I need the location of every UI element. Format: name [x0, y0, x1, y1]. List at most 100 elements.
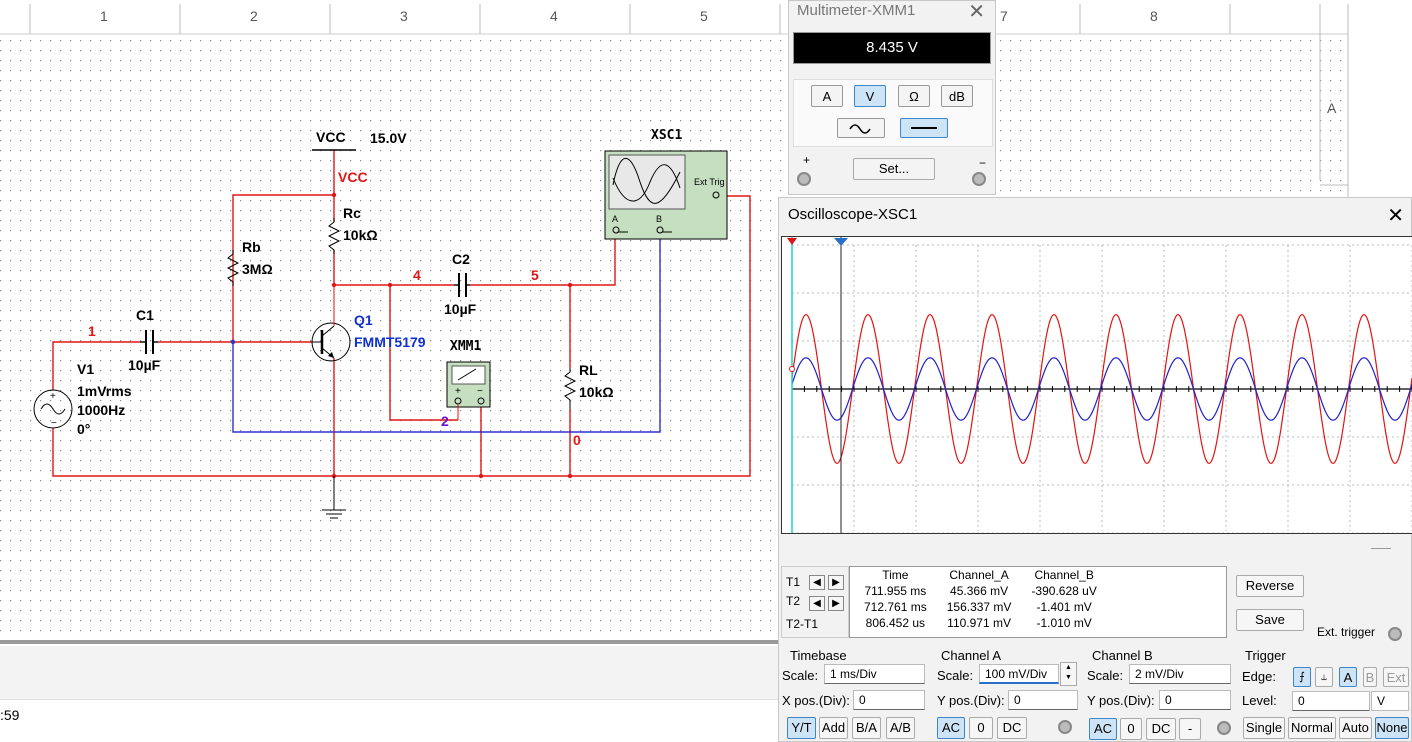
v1-amplitude[interactable]: 1mVrms — [77, 383, 131, 399]
close-icon[interactable]: ✕ — [968, 0, 985, 24]
set-button[interactable]: Set... — [853, 158, 935, 180]
channel-a-dc-button[interactable]: DC — [997, 717, 1027, 739]
channel-b-ac-button[interactable]: AC — [1089, 718, 1117, 740]
dc-mode-button[interactable] — [900, 118, 948, 138]
multimeter-reading: 8.435 V — [793, 32, 991, 64]
channel-b-invert-button[interactable]: - — [1179, 718, 1201, 740]
trigger-source-a-button[interactable]: A — [1339, 667, 1357, 687]
rl-value[interactable]: 10kΩ — [579, 384, 614, 400]
xsc1-name[interactable]: XSC1 — [651, 128, 682, 143]
table-row: 712.761 ms 156.337 mV -1.401 mV — [854, 599, 1107, 615]
sine-wave-icon — [849, 124, 871, 134]
t2-time: 712.761 ms — [864, 600, 927, 614]
mode-amps-button[interactable]: A — [811, 85, 843, 107]
negative-terminal[interactable] — [972, 172, 986, 186]
xsc1-terminal-b: B — [656, 214, 663, 224]
t1-time: 711.955 ms — [864, 584, 927, 598]
net-vcc[interactable]: VCC — [338, 169, 368, 185]
channel-a-scale-spinner[interactable]: ▲ ▼ — [1060, 662, 1077, 686]
trigger-single-button[interactable]: Single — [1243, 717, 1285, 739]
v1-frequency[interactable]: 1000Hz — [77, 402, 125, 418]
timebase-scale-label: Scale: — [782, 668, 819, 683]
xsc1-ext-trig: Ext Trig — [694, 177, 725, 187]
ruler-col-5: 5 — [700, 8, 708, 24]
net-2[interactable]: 2 — [441, 413, 449, 429]
trigger-level-field[interactable]: 0 — [1292, 691, 1370, 711]
net-0[interactable]: 0 — [573, 432, 581, 448]
status-bar: :59 — [0, 700, 778, 742]
rc-name[interactable]: Rc — [343, 205, 361, 221]
oscilloscope-window[interactable]: Oscilloscope-XSC1 ✕ T1 T2 T2-T1 ◀ ▶ ◀ ▶ … — [778, 197, 1412, 742]
rc-value[interactable]: 10kΩ — [343, 227, 378, 243]
channel-b-zero-button[interactable]: 0 — [1120, 718, 1142, 740]
delta-channel-b: -1.010 mV — [1036, 616, 1092, 630]
reverse-button[interactable]: Reverse — [1236, 575, 1304, 597]
c1-name[interactable]: C1 — [136, 307, 154, 323]
t1-right-arrow-icon[interactable]: ▶ — [828, 575, 844, 590]
channel-a-terminal[interactable] — [1058, 720, 1072, 734]
trigger-auto-button[interactable]: Auto — [1339, 717, 1372, 739]
c2-value[interactable]: 10µF — [444, 301, 476, 317]
timebase-scale-field[interactable]: 1 ms/Div — [824, 664, 925, 684]
mode-ohms-button[interactable]: Ω — [898, 85, 930, 107]
ruler-col-8: 8 — [1150, 8, 1158, 24]
multimeter-window[interactable]: Multimeter-XMM1 ✕ 8.435 V A V Ω dB + − S… — [788, 0, 996, 195]
t2-right-arrow-icon[interactable]: ▶ — [828, 596, 844, 611]
x-pos-label: X pos.(Div): — [782, 693, 850, 708]
falling-edge-button[interactable]: ⥿ — [1315, 667, 1333, 687]
mode-volts-button[interactable]: V — [854, 85, 886, 107]
t1-left-arrow-icon[interactable]: ◀ — [809, 575, 825, 590]
trigger-none-button[interactable]: None — [1375, 717, 1409, 739]
channel-a-zero-button[interactable]: 0 — [969, 717, 993, 739]
vcc-label[interactable]: VCC — [316, 129, 346, 145]
c2-name[interactable]: C2 — [452, 251, 470, 267]
q1-name[interactable]: Q1 — [354, 312, 373, 328]
resize-grip[interactable] — [1371, 548, 1391, 549]
rising-edge-button[interactable]: ⨍ — [1293, 667, 1311, 687]
trigger-level-unit[interactable]: V — [1371, 691, 1409, 711]
channel-a-ac-button[interactable]: AC — [937, 717, 965, 739]
channel-b-terminal[interactable] — [1217, 721, 1231, 735]
ba-mode-button[interactable]: B/A — [852, 717, 881, 739]
trigger-normal-button[interactable]: Normal — [1288, 717, 1336, 739]
channel-a-y-pos-field[interactable]: 0 — [1008, 690, 1078, 710]
rb-name[interactable]: Rb — [242, 239, 261, 255]
close-icon[interactable]: ✕ — [1387, 203, 1404, 228]
svg-text:+: + — [455, 386, 461, 397]
yt-mode-button[interactable]: Y/T — [787, 717, 816, 739]
t2-left-arrow-icon[interactable]: ◀ — [809, 596, 825, 611]
net-4[interactable]: 4 — [413, 267, 421, 283]
rb-value[interactable]: 3MΩ — [242, 261, 273, 277]
v1-phase[interactable]: 0° — [77, 421, 90, 437]
x-pos-field[interactable]: 0 — [853, 690, 925, 710]
delta-time: 806.452 us — [865, 616, 926, 630]
rl-name[interactable]: RL — [579, 362, 598, 378]
trigger-title: Trigger — [1245, 648, 1286, 663]
channel-b-dc-button[interactable]: DC — [1146, 718, 1176, 740]
channel-b-y-pos-field[interactable]: 0 — [1159, 690, 1231, 710]
net-1[interactable]: 1 — [88, 323, 96, 339]
trigger-source-ext-button[interactable]: Ext — [1383, 667, 1409, 687]
ab-mode-button[interactable]: A/B — [886, 717, 915, 739]
channel-b-title: Channel B — [1092, 648, 1153, 663]
vcc-value[interactable]: 15.0V — [370, 130, 407, 146]
ac-mode-button[interactable] — [837, 118, 885, 138]
net-5[interactable]: 5 — [531, 267, 539, 283]
add-mode-button[interactable]: Add — [819, 717, 848, 739]
xmm1-name[interactable]: XMM1 — [450, 339, 481, 354]
q1-model[interactable]: FMMT5179 — [354, 334, 426, 350]
channel-b-scale-field[interactable]: 2 mV/Div — [1129, 664, 1231, 684]
cursor-readout-table: Time Channel_A Channel_B 711.955 ms 45.3… — [849, 566, 1227, 638]
trigger-source-b-button[interactable]: B — [1363, 667, 1377, 687]
channel-a-scale-field[interactable]: 100 mV/Div — [979, 664, 1059, 684]
positive-terminal[interactable] — [797, 172, 811, 186]
col-channel-b: Channel_B — [1034, 568, 1094, 582]
mode-db-button[interactable]: dB — [941, 85, 973, 107]
oscilloscope-screen[interactable] — [781, 236, 1412, 534]
save-button[interactable]: Save — [1236, 609, 1304, 631]
c1-value[interactable]: 10µF — [128, 357, 160, 373]
v1-name[interactable]: V1 — [77, 361, 94, 377]
channel-b-scale-label: Scale: — [1087, 668, 1124, 683]
ext-trigger-terminal[interactable] — [1388, 627, 1402, 641]
oscilloscope-title: Oscilloscope-XSC1 — [788, 206, 918, 223]
